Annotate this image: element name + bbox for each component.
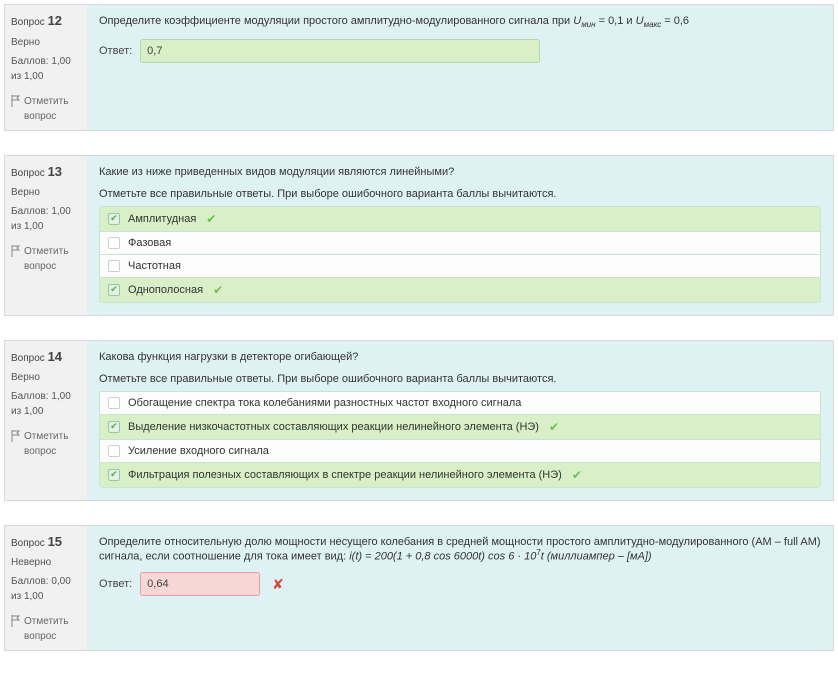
options-list: Обогащение спектра тока колебаниями разн… [99,391,821,488]
question-13: Вопрос 13 Верно Баллов: 1,00 из 1,00 Отм… [4,155,834,316]
option-item: ✔ Амплитудная ✔ [100,207,820,231]
answer-row: Ответ: [99,39,821,63]
question-content: Определите относительную долю мощности н… [87,526,833,651]
checkbox[interactable]: ✔ [108,469,120,481]
question-text: Определите относительную долю мощности н… [99,536,821,563]
option-item: ✔ Выделение низкочастотных составляющих р… [100,414,820,439]
flag-icon [11,245,21,257]
cross-icon: ✘ [272,576,284,593]
score-text: Баллов: 1,00 из 1,00 [11,204,81,234]
option-label: Амплитудная [128,213,196,225]
flag-question-link[interactable]: Отметить вопрос [11,429,81,459]
option-item: Частотная [100,254,820,277]
flag-label: Отметить вопрос [24,429,81,459]
option-item: ✔ Фильтрация полезных составляющих в спек… [100,462,820,487]
flag-icon [11,615,21,627]
question-content: Определите коэффициенте модуляции просто… [87,5,833,130]
question-number: Вопрос 15 [11,532,81,552]
checkbox[interactable]: ✔ [108,284,120,296]
question-sidebar: Вопрос 13 Верно Баллов: 1,00 из 1,00 Отм… [5,156,87,315]
flag-label: Отметить вопрос [24,244,81,274]
option-label: Обогащение спектра тока колебаниями разн… [128,397,521,409]
answer-row: Ответ: ✘ [99,572,821,596]
option-item: ✔ Однополосная ✔ [100,277,820,302]
question-number: Вопрос 12 [11,11,81,31]
option-label: Усиление входного сигнала [128,445,269,457]
question-sidebar: Вопрос 12 Верно Баллов: 1,00 из 1,00 Отм… [5,5,87,130]
answer-label: Ответ: [99,578,132,590]
question-text: Определите коэффициенте модуляции просто… [99,15,821,29]
flag-question-link[interactable]: Отметить вопрос [11,94,81,124]
options-list: ✔ Амплитудная ✔ Фазовая Частотная ✔ Однополосн… [99,206,821,303]
tick-icon: ✔ [572,468,582,482]
flag-icon [11,430,21,442]
status-text: Верно [11,35,81,50]
status-text: Верно [11,185,81,200]
question-text: Какие из ниже приведенных видов модуляци… [99,166,821,178]
flag-question-link[interactable]: Отметить вопрос [11,244,81,274]
question-content: Какова функция нагрузки в детекторе огиб… [87,341,833,500]
checkbox[interactable] [108,397,120,409]
score-text: Баллов: 0,00 из 1,00 [11,574,81,604]
question-number: Вопрос 13 [11,162,81,182]
answer-input[interactable] [140,39,540,63]
option-item: Усиление входного сигнала [100,439,820,462]
answer-input[interactable] [140,572,260,596]
question-12: Вопрос 12 Верно Баллов: 1,00 из 1,00 Отм… [4,4,834,131]
question-14: Вопрос 14 Верно Баллов: 1,00 из 1,00 Отм… [4,340,834,501]
flag-label: Отметить вопрос [24,94,81,124]
option-item: Обогащение спектра тока колебаниями разн… [100,392,820,414]
checkbox[interactable] [108,445,120,457]
status-text: Верно [11,370,81,385]
option-label: Однополосная [128,284,203,296]
score-text: Баллов: 1,00 из 1,00 [11,389,81,419]
tick-icon: ✔ [206,212,216,226]
tick-icon: ✔ [549,420,559,434]
checkbox[interactable] [108,260,120,272]
question-content: Какие из ниже приведенных видов модуляци… [87,156,833,315]
instruction-text: Отметьте все правильные ответы. При выбо… [99,188,821,200]
status-text: Неверно [11,555,81,570]
score-text: Баллов: 1,00 из 1,00 [11,54,81,84]
tick-icon: ✔ [213,283,223,297]
question-text: Какова функция нагрузки в детекторе огиб… [99,351,821,363]
question-number: Вопрос 14 [11,347,81,367]
instruction-text: Отметьте все правильные ответы. При выбо… [99,373,821,385]
option-label: Фильтрация полезных составляющих в спект… [128,469,562,481]
option-label: Фазовая [128,237,171,249]
option-item: Фазовая [100,231,820,254]
flag-icon [11,95,21,107]
option-label: Выделение низкочастотных составляющих ре… [128,421,539,433]
question-15: Вопрос 15 Неверно Баллов: 0,00 из 1,00 О… [4,525,834,652]
option-label: Частотная [128,260,181,272]
question-sidebar: Вопрос 14 Верно Баллов: 1,00 из 1,00 Отм… [5,341,87,500]
checkbox[interactable] [108,237,120,249]
question-sidebar: Вопрос 15 Неверно Баллов: 0,00 из 1,00 О… [5,526,87,651]
checkbox[interactable]: ✔ [108,421,120,433]
flag-question-link[interactable]: Отметить вопрос [11,614,81,644]
flag-label: Отметить вопрос [24,614,81,644]
checkbox[interactable]: ✔ [108,213,120,225]
answer-label: Ответ: [99,45,132,57]
